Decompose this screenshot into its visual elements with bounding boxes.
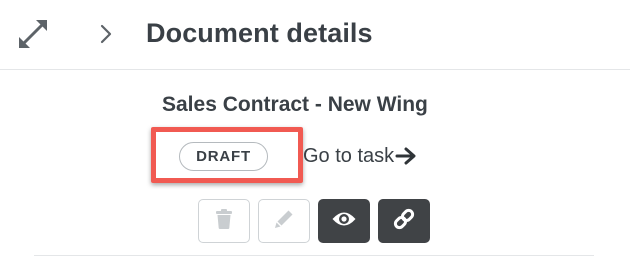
breadcrumb-chevron-button[interactable] [95,21,117,51]
arrow-right-icon [395,146,417,166]
expand-arrows-icon [17,18,49,55]
eye-icon [331,210,357,233]
status-badge: DRAFT [179,142,268,171]
link-icon [392,207,416,236]
expand-button[interactable] [16,19,50,53]
page-title: Document details [146,18,373,48]
header-bar: Document details [0,0,630,70]
preview-button[interactable] [318,199,370,243]
document-title: Sales Contract - New Wing [162,93,428,116]
edit-button[interactable] [258,199,310,243]
trash-icon [214,208,234,235]
document-actions [198,199,430,243]
delete-button[interactable] [198,199,250,243]
chevron-right-icon [99,24,113,49]
go-to-task-link[interactable]: Go to task [303,141,417,171]
go-to-task-label: Go to task [303,144,395,167]
link-button[interactable] [378,199,430,243]
pencil-icon [273,208,295,235]
